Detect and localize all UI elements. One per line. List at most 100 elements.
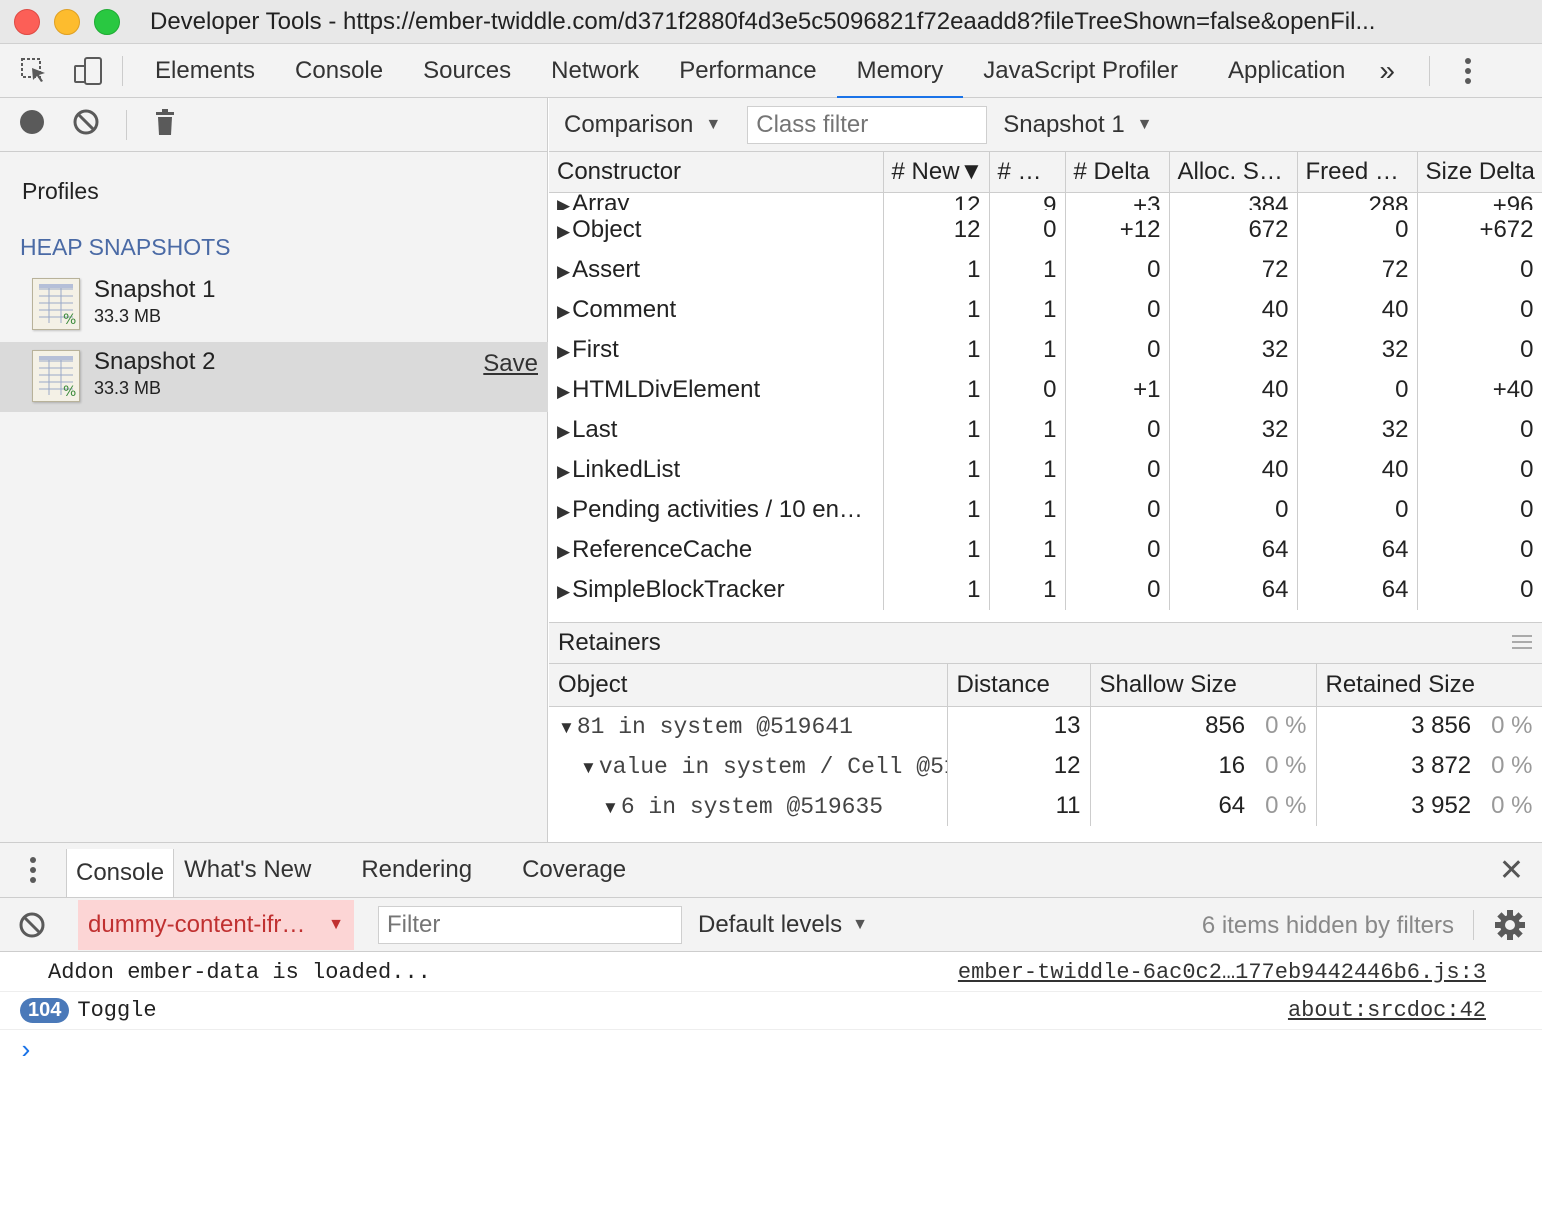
- tab-console[interactable]: Console: [275, 44, 403, 98]
- collapse-triangle-icon[interactable]: ▼: [580, 758, 597, 777]
- main-tabbar: Elements Console Sources Network Perform…: [0, 44, 1542, 99]
- tab-elements[interactable]: Elements: [135, 44, 275, 98]
- clear-console-icon[interactable]: [18, 911, 46, 945]
- close-drawer-icon[interactable]: ✕: [1499, 853, 1524, 888]
- tab-memory[interactable]: Memory: [836, 44, 964, 99]
- constructor-name: LinkedList: [572, 456, 681, 483]
- alloc-size-cell: 384: [1169, 192, 1298, 210]
- column-header-new[interactable]: # New▼: [883, 152, 990, 193]
- table-row[interactable]: ▶Comment 1 1 0 40 40 0: [549, 290, 1542, 330]
- expand-triangle-icon[interactable]: ▶: [557, 462, 570, 481]
- expand-triangle-icon[interactable]: ▶: [557, 582, 570, 601]
- column-header-size-delta[interactable]: Size Delta: [1417, 152, 1542, 193]
- column-header-delta[interactable]: # Delta: [1065, 152, 1170, 193]
- retainer-object-name: 6 in system @519635: [620, 794, 884, 820]
- expand-triangle-icon[interactable]: ▶: [557, 422, 570, 441]
- table-row[interactable]: ▶LinkedList 1 1 0 40 40 0: [549, 450, 1542, 490]
- deleted-count-cell: 1: [989, 250, 1066, 290]
- column-header-constructor[interactable]: Constructor: [549, 152, 884, 193]
- console-prompt[interactable]: ›: [18, 1036, 34, 1066]
- trash-icon[interactable]: [153, 108, 177, 142]
- freed-size-cell: 64: [1297, 530, 1418, 570]
- clear-all-icon[interactable]: [72, 108, 100, 142]
- console-source-link[interactable]: ember-twiddle-6ac0c2…177eb9442446b6.js:3: [958, 960, 1486, 985]
- constructor-name: Pending activities / 10 en…: [572, 496, 863, 523]
- expand-triangle-icon[interactable]: ▶: [557, 302, 570, 321]
- inspect-element-icon[interactable]: [18, 55, 50, 87]
- expand-triangle-icon[interactable]: ▶: [557, 382, 570, 401]
- drawer-menu-icon[interactable]: [0, 856, 66, 884]
- snapshot-item[interactable]: % Snapshot 1 33.3 MB: [0, 270, 548, 340]
- minimize-window-button[interactable]: [54, 8, 80, 35]
- table-row[interactable]: ▶SimpleBlockTracker 1 1 0 64 64 0: [549, 570, 1542, 610]
- tab-sources[interactable]: Sources: [403, 44, 531, 98]
- log-levels-select[interactable]: Default levels ▼: [698, 911, 868, 939]
- kebab-menu-icon[interactable]: [1452, 55, 1484, 87]
- table-row[interactable]: ▶Assert 1 1 0 72 72 0: [549, 250, 1542, 290]
- tab-network[interactable]: Network: [531, 44, 659, 98]
- drawer-tab-whats-new[interactable]: What's New: [174, 842, 336, 898]
- table-row[interactable]: ▶ReferenceCache 1 1 0 64 64 0: [549, 530, 1542, 570]
- alloc-size-cell: 672: [1169, 210, 1298, 250]
- drawer-tab-rendering[interactable]: Rendering: [336, 842, 497, 898]
- table-row[interactable]: ▶Pending activities / 10 en… 1 1 0 0 0 0: [549, 490, 1542, 530]
- heap-toolbar: Comparison ▼ Snapshot 1 ▼: [549, 98, 1542, 152]
- view-mode-value: Comparison: [564, 110, 694, 138]
- size-value: 64: [1218, 792, 1246, 819]
- expand-triangle-icon[interactable]: ▶: [557, 262, 570, 281]
- console-filter-input[interactable]: [378, 905, 682, 944]
- constructor-name: Last: [572, 416, 618, 443]
- table-row[interactable]: ▶Object 12 0 +12 672 0 +672: [549, 210, 1542, 250]
- column-header-object[interactable]: Object: [549, 664, 948, 707]
- column-header-retained-size[interactable]: Retained Size: [1316, 664, 1542, 707]
- table-row[interactable]: ▶HTMLDivElement 1 0 +1 40 0 +40: [549, 370, 1542, 410]
- tab-performance[interactable]: Performance: [659, 44, 836, 98]
- maximize-window-button[interactable]: [94, 8, 120, 35]
- table-row[interactable]: ▼81 in system @519641 13 856 0 % 3 856 0 %: [549, 706, 1542, 746]
- table-row[interactable]: ▼6 in system @519635 11 64 0 % 3 952 0 %: [549, 786, 1542, 826]
- expand-triangle-icon[interactable]: ▶: [557, 502, 570, 521]
- view-mode-select[interactable]: Comparison ▼: [564, 111, 721, 139]
- context-select[interactable]: dummy-content-ifr… ▼: [78, 899, 354, 950]
- tab-javascript-profiler[interactable]: JavaScript Profiler: [963, 44, 1198, 98]
- freed-size-cell: 64: [1297, 570, 1418, 610]
- column-header-freed-size[interactable]: Freed …: [1297, 152, 1418, 193]
- base-snapshot-select[interactable]: Snapshot 1 ▼: [1003, 111, 1152, 139]
- alloc-size-cell: 40: [1169, 450, 1298, 490]
- console-settings-gear-icon[interactable]: [1494, 909, 1526, 947]
- expand-triangle-icon[interactable]: ▶: [557, 222, 570, 241]
- drawer-tab-console[interactable]: Console: [66, 849, 175, 897]
- column-header-distance[interactable]: Distance: [947, 664, 1091, 707]
- console-message-text: Addon ember-data is loaded...: [48, 960, 431, 985]
- table-row[interactable]: ▼value in system / Cell @519 12 16 0 % 3 872…: [549, 746, 1542, 786]
- drag-handle-icon[interactable]: [1512, 635, 1532, 653]
- more-tabs-icon[interactable]: »: [1365, 44, 1409, 98]
- collapse-triangle-icon[interactable]: ▼: [558, 718, 575, 737]
- size-percent: 0 %: [1265, 792, 1307, 819]
- console-source-link[interactable]: about:srcdoc:42: [1288, 998, 1486, 1023]
- delta-count-cell: 0: [1065, 530, 1170, 570]
- column-header-shallow-size[interactable]: Shallow Size: [1090, 664, 1317, 707]
- column-header-alloc-size[interactable]: Alloc. S…: [1169, 152, 1298, 193]
- table-row[interactable]: ▶Array 12 9 +3 384 288 +96: [549, 192, 1542, 210]
- class-filter-input[interactable]: [747, 105, 988, 144]
- record-icon[interactable]: [18, 108, 46, 142]
- snapshot-item[interactable]: % Snapshot 2 33.3 MB Save: [0, 342, 548, 412]
- expand-triangle-icon[interactable]: ▶: [557, 342, 570, 361]
- device-toolbar-icon[interactable]: [72, 55, 104, 87]
- expand-triangle-icon[interactable]: ▶: [557, 542, 570, 561]
- delta-count-cell: 0: [1065, 290, 1170, 330]
- table-row[interactable]: ▶First 1 1 0 32 32 0: [549, 330, 1542, 370]
- drawer-tab-coverage[interactable]: Coverage: [497, 842, 651, 898]
- tab-application[interactable]: Application: [1208, 44, 1365, 98]
- close-window-button[interactable]: [14, 8, 40, 35]
- deleted-count-cell: 1: [989, 570, 1066, 610]
- save-snapshot-link[interactable]: Save: [483, 350, 538, 378]
- new-count-cell: 1: [883, 530, 990, 570]
- collapse-triangle-icon[interactable]: ▼: [602, 798, 619, 817]
- retained-size-cell: 3 952 0 %: [1316, 786, 1542, 826]
- expand-triangle-icon[interactable]: ▶: [557, 196, 570, 210]
- table-row[interactable]: ▶Last 1 1 0 32 32 0: [549, 410, 1542, 450]
- column-header-deleted[interactable]: # …: [989, 152, 1066, 193]
- repeat-count-badge: 104: [20, 998, 70, 1023]
